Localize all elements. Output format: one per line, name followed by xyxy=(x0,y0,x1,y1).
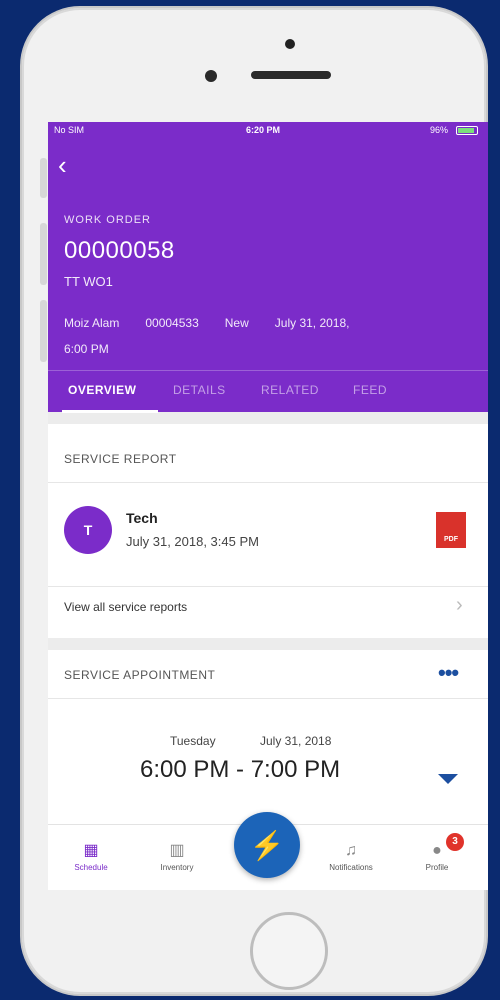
bell-icon: ♫ xyxy=(345,842,357,859)
avatar: T xyxy=(64,506,112,554)
view-all-reports-link[interactable]: View all service reports xyxy=(64,600,187,614)
report-date: July 31, 2018, 3:45 PM xyxy=(126,534,259,549)
earpiece-speaker xyxy=(251,71,331,79)
active-tab-indicator xyxy=(62,410,158,413)
meta-date: July 31, 2018, xyxy=(274,316,350,330)
inventory-icon: ▥ xyxy=(169,842,185,859)
tabbar-label: Notifications xyxy=(329,863,373,872)
meta-status: New xyxy=(224,316,249,330)
tabbar-label: Schedule xyxy=(74,863,108,872)
carrier-label: No SIM xyxy=(54,125,85,135)
tabbar-item-notifications[interactable]: ♫ Notifications xyxy=(316,839,386,872)
meta-owner: Moiz Alam xyxy=(64,316,120,330)
section-title: SERVICE REPORT xyxy=(64,452,177,466)
appointment-day: Tuesday xyxy=(170,734,216,748)
record-type-label: WORK ORDER xyxy=(64,214,151,226)
tabbar-label: Profile xyxy=(425,863,449,872)
tabbar-item-profile[interactable]: ● 3 Profile xyxy=(402,833,472,872)
volume-down-button xyxy=(40,300,47,362)
appointment-date: July 31, 2018 xyxy=(260,734,332,748)
tabbar-label: Inventory xyxy=(160,863,194,872)
volume-up-button xyxy=(40,223,47,285)
caret-down-icon[interactable] xyxy=(438,774,458,784)
tab-feed[interactable]: FEED xyxy=(353,383,387,397)
status-time: 6:20 PM xyxy=(246,125,281,135)
calendar-icon: ▦ xyxy=(83,842,99,859)
meta-time: 6:00 PM xyxy=(64,342,109,356)
work-order-header: No SIM 6:20 PM 96% ‹ WORK ORDER 00000058… xyxy=(48,122,488,413)
tabbar-item-inventory[interactable]: ▥ Inventory xyxy=(142,839,212,872)
sensor-dot xyxy=(285,39,295,49)
home-button[interactable] xyxy=(250,912,328,990)
meta-account: 00004533 xyxy=(145,316,199,330)
more-options-icon[interactable]: ••• xyxy=(438,660,459,686)
status-bar: No SIM 6:20 PM 96% xyxy=(48,122,488,140)
front-camera xyxy=(205,70,217,82)
divider xyxy=(48,586,488,587)
lightning-icon[interactable]: ⚡ xyxy=(234,812,300,878)
chevron-left-icon[interactable]: ‹ xyxy=(58,150,88,180)
tab-related[interactable]: RELATED xyxy=(261,383,319,397)
mute-switch xyxy=(40,158,47,198)
work-order-number: 00000058 xyxy=(64,237,175,264)
record-tabs: OVERVIEW DETAILS RELATED FEED xyxy=(48,370,488,413)
chevron-right-icon[interactable]: › xyxy=(456,594,463,617)
divider xyxy=(48,698,488,699)
battery-icon xyxy=(456,126,478,135)
work-order-subject: TT WO1 xyxy=(64,274,113,289)
pdf-icon[interactable]: PDF xyxy=(436,512,466,548)
tab-overview[interactable]: OVERVIEW xyxy=(68,383,136,397)
app-screen: No SIM 6:20 PM 96% ‹ WORK ORDER 00000058… xyxy=(48,122,488,890)
battery-percent: 96% xyxy=(429,125,448,135)
work-order-meta: Moiz Alam 00004533 New July 31, 2018, 6:00 … xyxy=(64,310,464,362)
tabbar-item-schedule[interactable]: ▦ Schedule xyxy=(56,839,126,872)
notification-badge: 3 xyxy=(446,833,464,851)
divider xyxy=(48,482,488,483)
appointment-time-range: 6:00 PM - 7:00 PM xyxy=(140,756,341,783)
section-title: SERVICE APPOINTMENT xyxy=(64,668,216,682)
report-author[interactable]: Tech xyxy=(126,510,158,526)
service-report-card: SERVICE REPORT T Tech July 31, 2018, 3:4… xyxy=(48,424,488,638)
tab-details[interactable]: DETAILS xyxy=(173,383,226,397)
